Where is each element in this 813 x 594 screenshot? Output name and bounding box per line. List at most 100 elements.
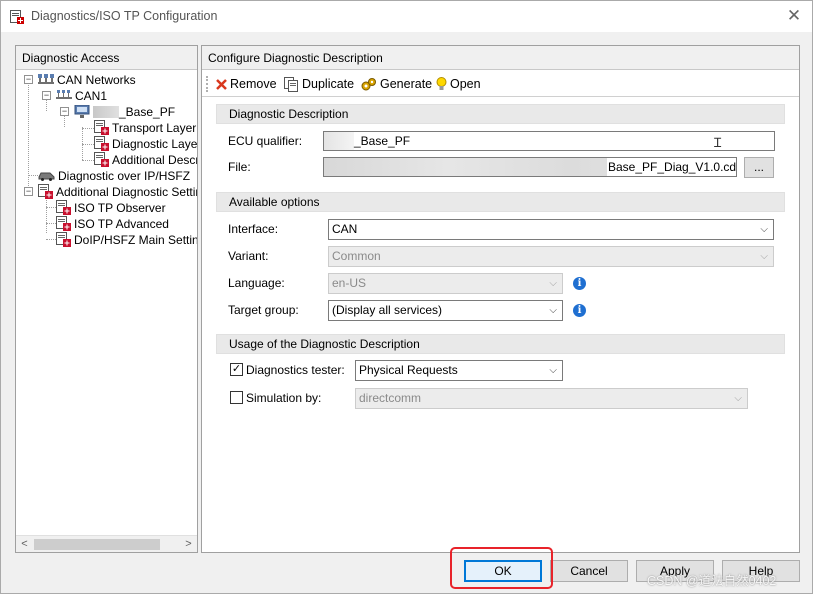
target-group-select[interactable]: (Display all services) ⌵ <box>328 300 563 321</box>
tree-label: ISO TP Observer <box>74 200 166 215</box>
tree-expander-can1[interactable]: − <box>42 91 51 100</box>
tree-item-ecu-base-pf[interactable]: _Base_PF <box>74 103 175 119</box>
tree-label: Diagnostic Layer <box>112 136 197 151</box>
tree-label: Transport Layer <box>112 120 197 135</box>
generate-label: Generate <box>380 77 433 91</box>
diagnostic-tree: − CAN Networks − CAN1 − _Base_PF Transpo… <box>16 71 197 534</box>
tree-item-can-networks[interactable]: CAN Networks <box>38 71 136 87</box>
section-usage: Usage of the Diagnostic Description <box>216 334 785 354</box>
duplicate-icon <box>284 77 298 93</box>
lightbulb-icon <box>436 77 447 91</box>
variant-value: Common <box>332 249 381 263</box>
chevron-down-icon: ⌵ <box>734 393 742 404</box>
open-label: Open <box>450 77 481 91</box>
tree-item-additional-descriptions[interactable]: Additional Descri <box>94 151 197 168</box>
title-bar: Diagnostics/ISO TP Configuration ✕ <box>1 1 812 32</box>
horizontal-scrollbar[interactable]: < > <box>16 535 197 552</box>
target-group-value: (Display all services) <box>332 303 443 317</box>
tree-item-doip-hsfz-main-settings[interactable]: DoIP/HSFZ Main Setting <box>56 231 197 248</box>
scroll-thumb[interactable] <box>34 539 160 550</box>
tree-item-diagnostic-over-ip[interactable]: Diagnostic over IP/HSFZ <box>38 167 190 183</box>
ecu-qualifier-label: ECU qualifier: <box>228 134 303 148</box>
redacted-block <box>324 132 354 150</box>
tree-item-additional-diagnostic-settings[interactable]: Additional Diagnostic Settings <box>38 183 197 200</box>
chevron-down-icon: ⌵ <box>549 365 557 376</box>
file-value: Base_PF_Diag_V1.0.cdd <box>607 158 736 176</box>
interface-label: Interface: <box>228 222 279 236</box>
scroll-left-icon[interactable]: < <box>16 536 33 553</box>
file-label: File: <box>228 160 251 174</box>
remove-icon <box>216 79 227 91</box>
config-page-icon <box>94 120 109 136</box>
watermark: CSDN @道法自然0402 <box>647 574 777 588</box>
browse-button[interactable]: ... <box>744 157 774 178</box>
interface-value: CAN <box>332 222 358 236</box>
info-icon[interactable]: i <box>573 304 586 317</box>
chevron-down-icon: ⌵ <box>760 224 768 235</box>
ok-button[interactable]: OK <box>464 560 542 582</box>
gears-icon <box>361 78 376 91</box>
dialog-window: Diagnostics/ISO TP Configuration ✕ Diagn… <box>0 0 813 594</box>
scroll-right-icon[interactable]: > <box>180 536 197 553</box>
remove-label: Remove <box>230 77 277 91</box>
tree-item-iso-tp-observer[interactable]: ISO TP Observer <box>56 199 166 216</box>
cancel-button[interactable]: Cancel <box>550 560 628 582</box>
section-available-options: Available options <box>216 192 785 212</box>
tree-expander-additional-settings[interactable]: − <box>24 187 33 196</box>
diagnostics-tester-value: Physical Requests <box>359 363 458 377</box>
simulation-value: directcomm <box>359 391 422 405</box>
app-icon <box>10 10 24 24</box>
close-icon[interactable]: ✕ <box>782 4 806 28</box>
language-value: en-US <box>332 276 367 290</box>
tree-item-can1[interactable]: CAN1 <box>56 87 107 103</box>
text-cursor-icon: Ɪ <box>714 135 722 150</box>
window-title: Diagnostics/ISO TP Configuration <box>31 9 218 23</box>
open-button[interactable]: Open <box>434 74 483 94</box>
ecu-qualifier-field[interactable]: _Base_PF Ɪ <box>323 131 775 151</box>
tree-label: CAN1 <box>75 88 108 103</box>
redacted-block <box>93 105 119 118</box>
config-page-icon <box>56 216 71 232</box>
config-page-icon <box>56 232 71 248</box>
tree-item-diagnostic-layer[interactable]: Diagnostic Layer <box>94 135 197 152</box>
chevron-down-icon: ⌵ <box>549 305 557 316</box>
variant-select: Common ⌵ <box>328 246 774 267</box>
config-page-icon <box>94 152 109 168</box>
chevron-down-icon: ⌵ <box>760 251 768 262</box>
interface-select[interactable]: CAN ⌵ <box>328 219 774 240</box>
generate-button[interactable]: Generate <box>359 74 434 94</box>
diagnostic-access-panel: Diagnostic Access − CAN Networks − CAN1 … <box>15 45 198 553</box>
simulation-select: directcomm ⌵ <box>355 388 748 409</box>
tree-expander-can-networks[interactable]: − <box>24 75 33 84</box>
file-field[interactable]: Base_PF_Diag_V1.0.cdd <box>323 157 737 177</box>
diagnostics-tester-checkbox[interactable]: ✓ <box>230 363 243 376</box>
tree-label: CAN Networks <box>57 72 136 87</box>
bus-icon <box>56 89 72 99</box>
config-page-icon <box>56 200 71 216</box>
target-group-label: Target group: <box>228 303 299 317</box>
config-page-icon <box>94 136 109 152</box>
language-label: Language: <box>228 276 285 290</box>
tree-item-iso-tp-advanced[interactable]: ISO TP Advanced <box>56 215 169 232</box>
tree-label: _Base_PF <box>119 104 176 119</box>
simulation-checkbox[interactable] <box>230 391 243 404</box>
diagnostics-tester-select[interactable]: Physical Requests ⌵ <box>355 360 563 381</box>
duplicate-label: Duplicate <box>302 77 355 91</box>
car-icon <box>38 172 55 182</box>
configure-description-header: Configure Diagnostic Description <box>202 46 799 70</box>
tree-label: Additional Diagnostic Settings <box>56 184 197 199</box>
tree-label: DoIP/HSFZ Main Setting <box>74 232 197 247</box>
chevron-down-icon: ⌵ <box>549 278 557 289</box>
tree-item-transport-layer[interactable]: Transport Layer <box>94 119 197 136</box>
tree-label: Additional Descri <box>112 152 197 167</box>
description-toolbar: Remove Duplicate Generate Open <box>202 71 799 97</box>
info-icon[interactable]: i <box>573 277 586 290</box>
toolbar-grip <box>206 76 208 92</box>
language-select: en-US ⌵ <box>328 273 563 294</box>
simulation-label: Simulation by: <box>246 391 322 405</box>
diagnostic-access-header: Diagnostic Access <box>16 46 197 70</box>
remove-button[interactable]: Remove <box>214 74 279 94</box>
tree-expander-ecu[interactable]: − <box>60 107 69 116</box>
section-diagnostic-description: Diagnostic Description <box>216 104 785 124</box>
duplicate-button[interactable]: Duplicate <box>282 74 356 94</box>
